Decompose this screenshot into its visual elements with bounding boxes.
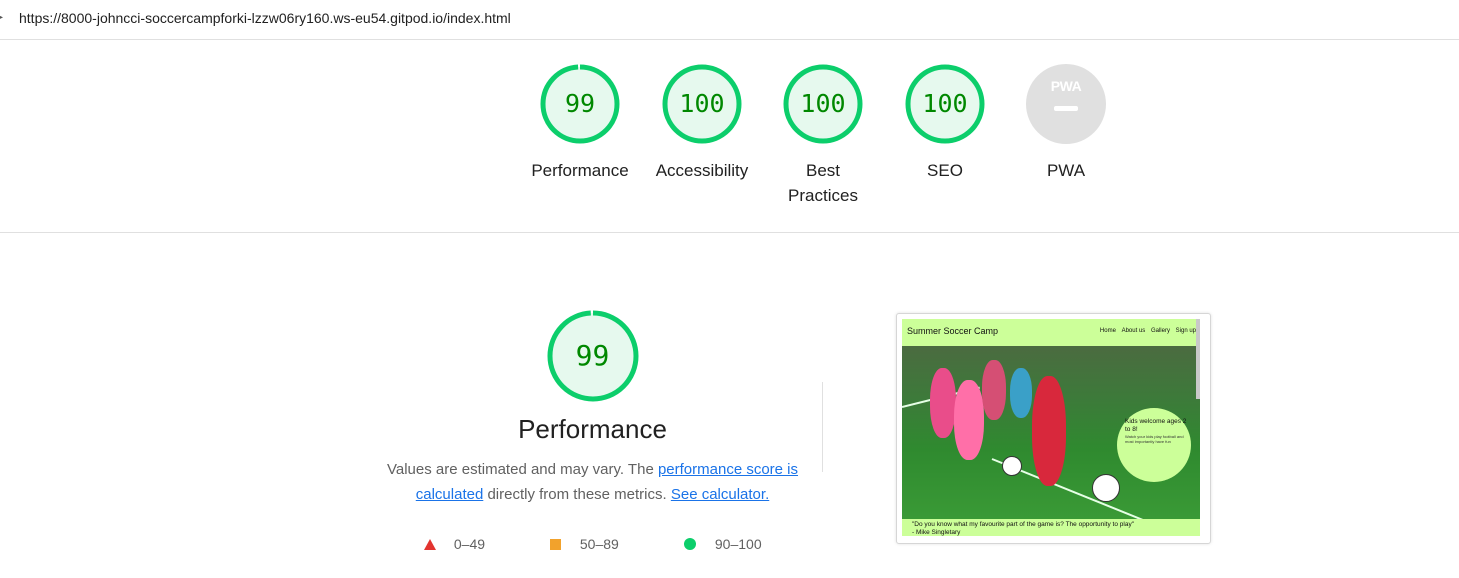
score-ring: 99 [540, 64, 620, 144]
legend-fail: 0–49 [424, 534, 485, 554]
see-calculator-link[interactable]: See calculator. [671, 486, 769, 503]
gauge-best-practices[interactable]: 100 Best Practices [763, 64, 883, 208]
score-ring: 100 [905, 64, 985, 144]
vertical-divider [822, 382, 823, 472]
url-text[interactable]: https://8000-johncci-soccercampforki-lzz… [19, 10, 511, 26]
score-value: 100 [922, 89, 968, 118]
child-figure [930, 368, 956, 438]
tab-caret-icon: ▸ [0, 12, 4, 23]
nav-link: About us [1121, 328, 1146, 334]
legend-pass: 90–100 [684, 534, 762, 554]
final-screenshot[interactable]: Summer Soccer Camp Home About us Gallery… [896, 313, 1211, 544]
screenshot-page: Summer Soccer Camp Home About us Gallery… [902, 319, 1200, 536]
performance-score-ring: 99 [547, 310, 639, 402]
quote-footer: "Do you know what my favourite part of t… [902, 519, 1200, 536]
child-figure [982, 360, 1006, 420]
score-value: 99 [564, 89, 596, 118]
pwa-badge: PWA [1026, 64, 1106, 144]
description-text: directly from these metrics. [483, 486, 671, 503]
gauge-label: Accessibility [655, 161, 749, 180]
child-figure [1010, 368, 1032, 418]
soccer-ball [1092, 474, 1120, 502]
na-dash-icon [1054, 106, 1078, 111]
gauge-accessibility[interactable]: 100 Accessibility [642, 64, 762, 183]
performance-description: Values are estimated and may vary. The p… [380, 457, 805, 507]
nav-link: Sign up [1175, 328, 1196, 334]
legend-range: 90–100 [714, 536, 762, 552]
gauge-label: Best Practices [788, 161, 858, 205]
gauge-label: Performance [531, 161, 629, 180]
score-value: 100 [800, 89, 846, 118]
score-ring: 100 [662, 64, 742, 144]
legend-range: 50–89 [579, 536, 619, 552]
performance-score-value: 99 [575, 339, 610, 372]
address-bar[interactable]: ▸ https://8000-johncci-soccercampforki-l… [0, 0, 1459, 40]
hero-photo: Kids welcome ages 2 to 8! Watch your kid… [902, 346, 1200, 536]
legend-range: 0–49 [453, 536, 486, 552]
quote-author: - Mike Singletary [912, 529, 961, 536]
gauge-seo[interactable]: 100 SEO [885, 64, 1005, 183]
red-triangle-icon [424, 539, 436, 550]
nav-link: Home [1099, 328, 1116, 334]
soccer-ball [1002, 456, 1022, 476]
site-navbar: Summer Soccer Camp Home About us Gallery… [902, 319, 1200, 346]
score-ring: 100 [783, 64, 863, 144]
orange-square-icon [550, 539, 561, 550]
gauge-pwa[interactable]: PWA PWA [1006, 64, 1126, 183]
legend-average: 50–89 [550, 534, 619, 554]
site-brand: Summer Soccer Camp [907, 326, 999, 336]
gauge-label: SEO [927, 161, 963, 180]
performance-section: 99 Performance Values are estimated and … [380, 310, 805, 507]
score-value: 100 [679, 89, 725, 118]
nav-link: Gallery [1150, 328, 1170, 334]
site-nav-links: Home About us Gallery Sign up [1096, 328, 1196, 334]
pwa-icon: PWA [1050, 78, 1082, 94]
bubble-text: Watch your kids play football and most i… [1125, 434, 1184, 444]
hero-bubble: Kids welcome ages 2 to 8! Watch your kid… [1117, 408, 1191, 482]
gauge-label: PWA [1046, 161, 1086, 180]
scrollbar [1196, 319, 1200, 399]
bubble-title: Kids welcome ages 2 to 8! [1125, 418, 1187, 433]
child-figure [954, 380, 984, 460]
gauge-performance[interactable]: 99 Performance [520, 64, 640, 183]
performance-title: Performance [518, 414, 667, 444]
green-circle-icon [684, 538, 696, 550]
description-text: Values are estimated and may vary. The [386, 461, 658, 478]
section-divider [0, 232, 1459, 233]
child-figure [1032, 376, 1066, 486]
quote-text: "Do you know what my favourite part of t… [912, 521, 1134, 528]
